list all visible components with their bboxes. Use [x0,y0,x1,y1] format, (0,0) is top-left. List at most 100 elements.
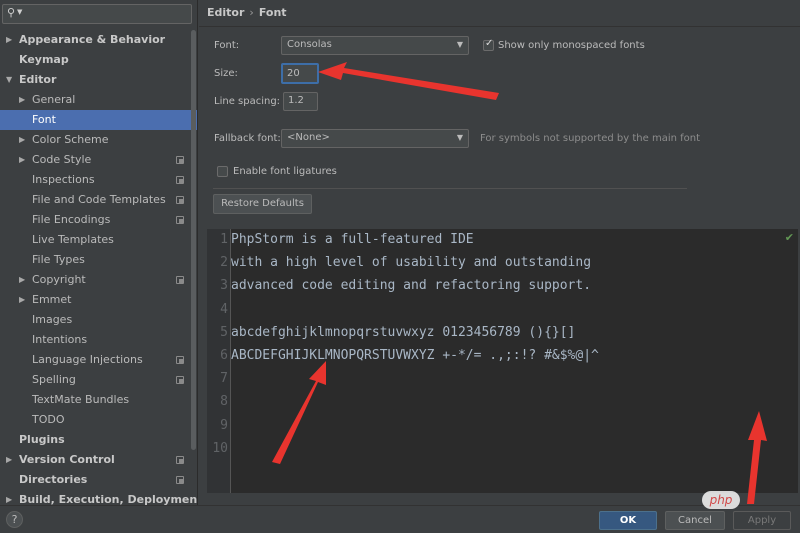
sidebar-item-version-control[interactable]: ▶ Version Control [0,450,197,470]
sidebar-item-label: File and Code Templates [32,193,166,206]
chevron-down-icon[interactable]: ▼ [6,70,12,90]
sidebar-item-emmet[interactable]: ▶ Emmet [0,290,197,310]
chevron-right-icon[interactable]: ▶ [19,130,25,150]
chevron-right-icon[interactable]: ▶ [19,90,25,110]
sidebar-item-file-types[interactable]: File Types [0,250,197,270]
sidebar-item-general[interactable]: ▶ General [0,90,197,110]
restore-defaults-button[interactable]: Restore Defaults [213,194,312,214]
sidebar-item-label: Copyright [32,273,86,286]
ligatures-label: Enable font ligatures [233,166,337,177]
sidebar-item-code-style[interactable]: ▶ Code Style [0,150,197,170]
sidebar-item-label: Images [32,313,73,326]
ok-button[interactable]: OK [599,511,657,530]
chevron-down-icon: ▼ [456,40,463,49]
sidebar-item-file-encodings[interactable]: File Encodings [0,210,197,230]
preview-line: with a high level of usability and outst… [231,255,592,271]
check-icon: ✓ [485,38,494,49]
sidebar-item-label: Directories [19,473,88,486]
divider [199,26,800,27]
sidebar-item-directories[interactable]: Directories [0,470,197,490]
project-scope-icon [176,456,184,464]
chevron-right-icon[interactable]: ▶ [19,150,25,170]
sidebar-item-todo[interactable]: TODO [0,410,197,430]
sidebar-item-file-and-code-templates[interactable]: File and Code Templates [0,190,197,210]
line-number-gutter: 1 2 3 4 5 6 7 8 9 10 [207,229,231,493]
project-scope-icon [176,356,184,364]
sidebar-item-label: Emmet [32,293,72,306]
sidebar-item-plugins[interactable]: Plugins [0,430,197,450]
chevron-down-icon: ▼ [456,133,463,142]
sidebar-item-label: Appearance & Behavior [19,33,166,46]
line-number: 5 [220,324,228,340]
sidebar-item-live-templates[interactable]: Live Templates [0,230,197,250]
line-spacing-field[interactable]: 1.2 [283,92,318,111]
size-value: 20 [287,68,300,79]
font-preview-editor[interactable]: 1 2 3 4 5 6 7 8 9 10 ✔ PhpStorm is a full-feature… [207,229,798,493]
monospaced-label: Show only monospaced fonts [498,40,645,51]
sidebar-item-inspections[interactable]: Inspections [0,170,197,190]
chevron-right-icon[interactable]: ▶ [6,490,12,505]
breadcrumb: Editor › Font [207,6,287,19]
chevron-right-icon[interactable]: ▶ [6,30,12,50]
chevron-down-icon[interactable]: ▼ [17,8,22,16]
sidebar-scrollbar[interactable] [191,30,196,450]
sidebar-item-label: Inspections [32,173,95,186]
project-scope-icon [176,176,184,184]
search-input[interactable]: ⚲ ▼ [2,4,192,24]
sidebar-item-copyright[interactable]: ▶ Copyright [0,270,197,290]
sidebar-item-label: Editor [19,73,57,86]
line-number: 10 [212,440,228,456]
sidebar-item-editor[interactable]: ▼ Editor [0,70,197,90]
font-dropdown[interactable]: Consolas ▼ [281,36,469,55]
line-number: 2 [220,255,228,271]
sidebar-item-label: File Encodings [32,213,111,226]
preview-line: ABCDEFGHIJKLMNOPQRSTUVWXYZ +-*/= .,;:!? … [231,348,599,363]
cancel-button[interactable]: Cancel [665,511,725,530]
breadcrumb-parent[interactable]: Editor [207,6,244,19]
ligatures-checkbox[interactable]: ✓ [217,166,228,177]
breadcrumb-separator: › [249,6,254,19]
chevron-right-icon[interactable]: ▶ [6,450,12,470]
sidebar-item-label: File Types [32,253,85,266]
size-field[interactable]: 20 [281,63,319,84]
line-spacing-value: 1.2 [288,95,304,106]
project-scope-icon [176,276,184,284]
sidebar-item-intentions[interactable]: Intentions [0,330,197,350]
line-number: 3 [220,278,228,294]
sidebar-item-images[interactable]: Images [0,310,197,330]
sidebar-item-label: Code Style [32,153,92,166]
line-number: 9 [220,417,228,433]
fallback-font-label: Fallback font: [214,133,281,144]
settings-tree: ▶ Appearance & Behavior Keymap ▼ Editor ▶ Gene… [0,30,197,505]
sidebar-item-font[interactable]: Font [0,110,197,130]
sidebar-item-build-execution-deployment[interactable]: ▶ Build, Execution, Deployment [0,490,197,505]
apply-button[interactable]: Apply [733,511,791,530]
line-number: 1 [220,232,228,247]
sidebar-item-appearance-behavior[interactable]: ▶ Appearance & Behavior [0,30,197,50]
sidebar-item-textmate-bundles[interactable]: TextMate Bundles [0,390,197,410]
line-number: 6 [220,348,228,363]
check-icon: ✔ [784,231,794,244]
chevron-right-icon[interactable]: ▶ [19,290,25,310]
line-number: 7 [220,371,228,387]
sidebar-item-color-scheme[interactable]: ▶ Color Scheme [0,130,197,150]
dialog-button-bar: ? OK Cancel Apply [0,505,800,533]
breadcrumb-current: Font [258,6,287,19]
search-icon: ⚲ [7,6,16,19]
sidebar-item-label: Plugins [19,433,65,446]
sidebar-item-label: Version Control [19,453,115,466]
sidebar-item-keymap[interactable]: Keymap [0,50,197,70]
fallback-font-dropdown[interactable]: <None> ▼ [281,129,469,148]
sidebar-item-spelling[interactable]: Spelling [0,370,197,390]
sidebar-item-label: Font [32,113,56,126]
chevron-right-icon[interactable]: ▶ [19,270,25,290]
sidebar-item-label: Language Injections [32,353,143,366]
monospaced-checkbox[interactable]: ✓ [483,38,494,51]
preview-line: advanced code editing and refactoring su… [231,278,592,294]
sidebar-item-language-injections[interactable]: Language Injections [0,350,197,370]
sidebar-item-label: Color Scheme [32,133,109,146]
help-button[interactable]: ? [6,511,23,528]
sidebar-item-label: Live Templates [32,233,114,246]
settings-sidebar: ⚲ ▼ ▶ Appearance & Behavior Keymap ▼ Editor ▶… [0,0,198,505]
preview-line: PhpStorm is a full-featured IDE [231,232,474,247]
